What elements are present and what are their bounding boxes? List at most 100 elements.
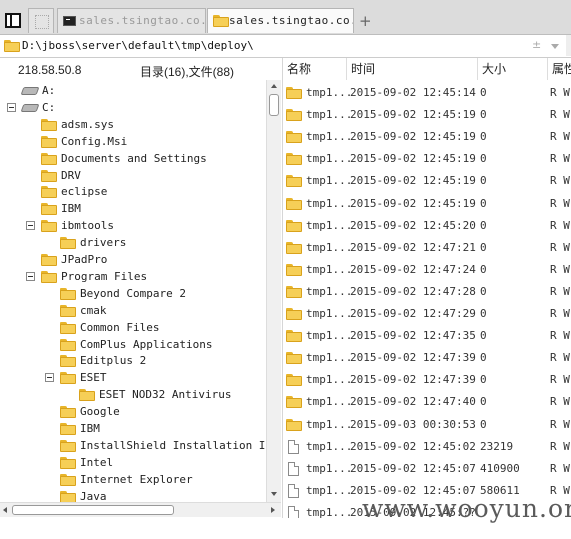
tree-item[interactable]: ibmtools [0,217,266,234]
tree-item[interactable]: Intel [0,454,266,471]
collapse-toggle-icon[interactable] [7,102,16,112]
tree-item-label: Editplus 2 [80,354,147,368]
file-row[interactable]: tmp1... 2015-09-02 12:47:40 0 R W [283,391,571,413]
new-tab-button[interactable]: + [359,12,372,30]
column-header-time[interactable]: 时间 [347,58,478,80]
column-header-attr[interactable]: 属性 [548,58,571,80]
tree-item[interactable]: IBM [0,200,266,217]
scroll-left-arrow[interactable] [3,507,7,513]
tree-item-label: ibmtools [61,219,114,233]
scroll-right-arrow[interactable] [271,507,275,513]
file-time: 2015-09-02 12:47:29 [350,307,476,320]
file-name: tmp1... [306,307,353,320]
file-icon [288,439,299,454]
file-attributes: R W [550,218,570,232]
tree-item[interactable]: Common Files [0,319,266,336]
file-row[interactable]: tmp1... 2015-09-02 12:45:02 23219 R W [283,436,571,458]
file-name: tmp1... [306,483,353,497]
file-row[interactable]: tmp1... 2015-09-02 12:45:19 0 R W [283,193,571,215]
blank-page-icon [35,15,49,29]
folder-icon [60,423,76,435]
file-row[interactable]: tmp1... 2015-09-02 12:45:14 0 R W [283,82,571,104]
file-row[interactable]: tmp1... 2015-09-02 12:45:19 0 R W [283,148,571,170]
file-row[interactable]: tmp1... 2015-09-02 12:47:39 0 R W [283,347,571,369]
tree-item[interactable]: InstallShield Installation Info [0,437,281,454]
address-dropdown-icon[interactable] [551,44,559,49]
file-row[interactable]: tmp1... 2015-09-02 12:45:19 0 R W [283,104,571,126]
tree-item[interactable]: eclipse [0,183,266,200]
file-row[interactable]: tmp1... 2015-09-02 12:47:24 0 R W [283,259,571,281]
file-row[interactable]: tmp1... 2015-09-02 12:47:29 0 R W [283,303,571,325]
folder-icon [60,439,76,452]
tree-item[interactable]: C: [0,99,266,116]
tab-terminal[interactable]: sales.tsingtao.co... [57,8,206,33]
folder-icon [286,219,302,232]
scroll-thumb[interactable] [269,94,279,116]
sidebar-toggle-button[interactable] [5,13,21,28]
tree-item[interactable]: Google [0,403,266,420]
file-icon [288,505,299,518]
file-row[interactable]: tmp1... 2015-09-02 12:45:20 0 R W [283,215,571,237]
file-row[interactable]: tmp1... 2015-09-02 12:45:07 410900 R W [283,458,571,480]
tab-file-manager[interactable]: sales.tsingtao.co... [207,8,354,33]
tree-item[interactable]: JPadPro [0,251,266,268]
tree-vertical-scrollbar[interactable] [266,80,281,502]
file-row[interactable]: tmp1... 2015-09-02 12:47:28 0 R W [283,281,571,303]
file-row[interactable]: tmp1... 2015-09-03 00:30:53 0 R W [283,414,571,436]
collapse-toggle-icon[interactable] [45,373,54,383]
tree-item[interactable]: Editplus 2 [0,352,266,369]
tree-item[interactable]: A: [0,82,266,99]
file-row[interactable]: tmp1... 2015-09-02 12:45:19 0 R W [283,126,571,148]
folder-icon [41,203,57,216]
address-options-button[interactable]: ± [532,38,541,51]
tree-item-label: ComPlus Applications [80,337,213,351]
file-name: tmp1... [306,218,353,232]
tree-item[interactable]: Documents and Settings [0,150,266,167]
file-row[interactable]: tmp1... 2015-09-02 12:45:19 0 R W [283,170,571,192]
tree-item[interactable]: Program Files [0,268,266,285]
tree-item[interactable]: DRV [0,167,266,184]
tree-item[interactable]: ESET [0,369,266,386]
file-size: 0 [480,152,487,166]
left-panel-header: 218.58.50.8 目录(16),文件(88) [0,58,281,80]
file-name: tmp1... [306,439,353,453]
tree-item[interactable]: Java [0,488,266,502]
tree-item[interactable]: drivers [0,234,266,251]
scroll-thumb[interactable] [12,505,174,515]
tree-item[interactable]: Internet Explorer [0,471,266,488]
tree-item-label: InstallShield Installation Info [80,438,281,452]
file-attributes: R W [550,439,570,453]
tree-horizontal-scrollbar[interactable] [0,502,281,517]
file-row[interactable]: tmp1... 2015-09-02 12:47:35 0 R W [283,325,571,347]
tree-item-label: Program Files [61,269,148,283]
tree-item-label: ESET [80,371,107,385]
scroll-up-arrow[interactable] [271,84,277,88]
collapse-toggle-icon[interactable] [26,221,35,231]
file-time: 2015-09-02 12:47:39 [350,373,476,387]
tree-item-label: adsm.sys [61,117,114,131]
file-size: 0 [480,262,487,276]
file-attributes: R W [550,240,570,254]
folder-icon [60,406,76,419]
column-header-size[interactable]: 大小 [478,58,548,80]
scroll-down-arrow[interactable] [271,492,277,496]
tree-item-label: Beyond Compare 2 [80,286,186,300]
file-size: 0 [480,196,487,210]
blank-tab[interactable] [28,8,54,33]
tree-item[interactable]: Config.Msi [0,133,266,150]
folder-icon [286,352,302,365]
file-row[interactable]: tmp1... 2015-09-02 12:47:39 0 R W [283,369,571,391]
address-bar[interactable]: D:\jboss\server\default\tmp\deploy\ ± [0,35,571,58]
tree-item[interactable]: ComPlus Applications [0,336,266,353]
tree-item[interactable]: cmak [0,302,266,319]
server-ip: 218.58.50.8 [18,63,82,77]
address-path: D:\jboss\server\default\tmp\deploy\ [22,39,254,52]
tree-item[interactable]: adsm.sys [0,116,266,133]
collapse-toggle-icon[interactable] [26,271,35,281]
tree-item[interactable]: Beyond Compare 2 [0,285,266,302]
tree-item[interactable]: ESET NOD32 Antivirus [0,386,266,403]
column-header-name[interactable]: 名称 [283,58,347,80]
file-row[interactable]: tmp1... 2015-09-02 12:47:21 0 R W [283,237,571,259]
tree-item[interactable]: IBM [0,420,266,437]
tab-label: sales.tsingtao.co... [229,14,353,27]
